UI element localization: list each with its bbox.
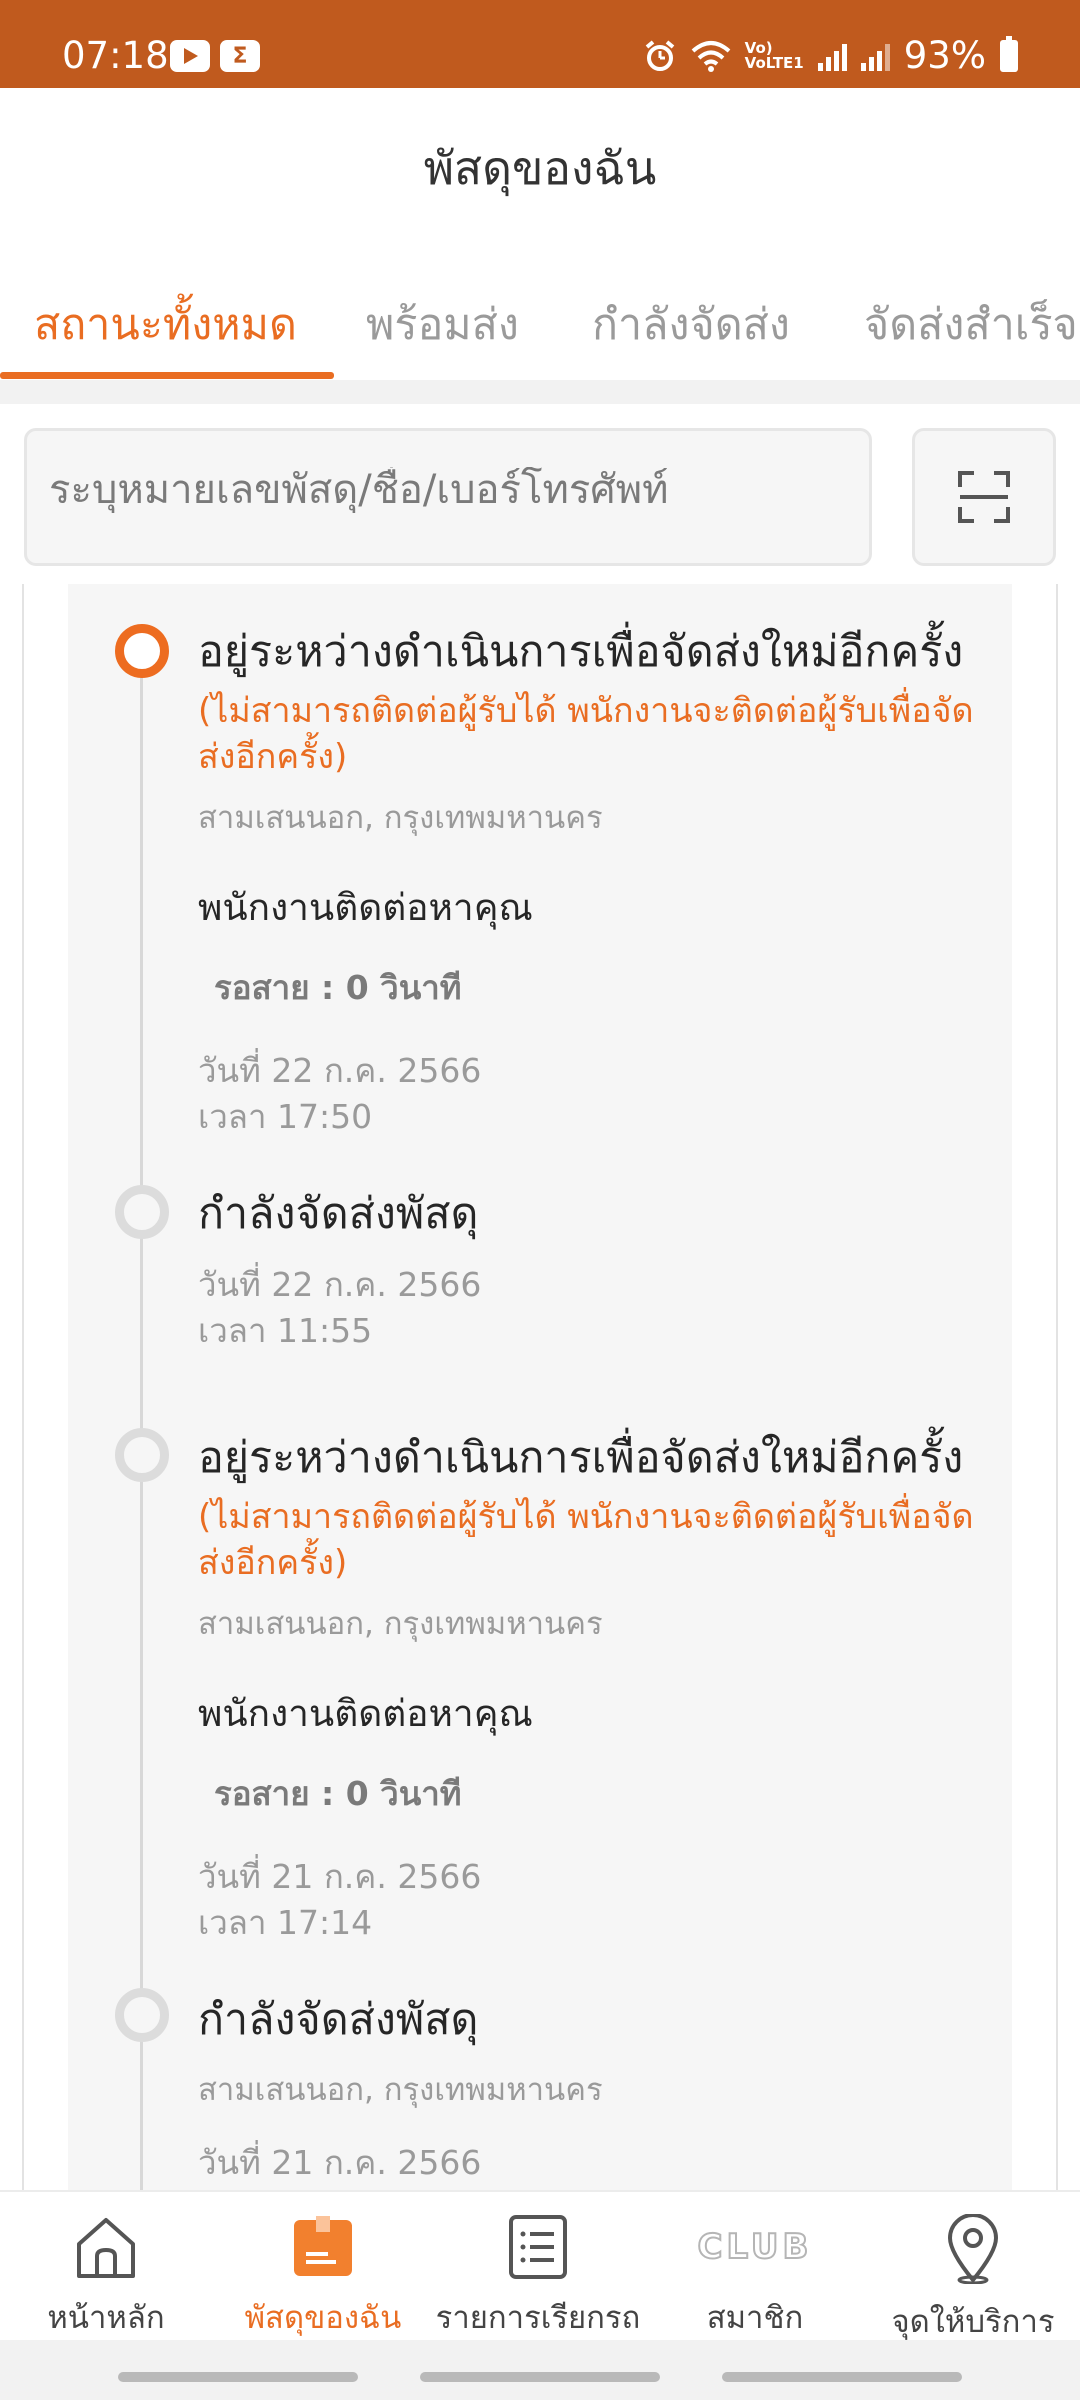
page-title: พัสดุของฉัน	[423, 140, 657, 195]
scan-button[interactable]	[912, 428, 1056, 566]
entry-time-line: เวลา 17:50	[198, 1097, 373, 1136]
nav-home[interactable]: หน้าหลัก	[28, 2192, 184, 2342]
entry-note: (ไม่สามารถติดต่อผู้รับได้ พนักงานจะติดต่…	[198, 1497, 974, 1583]
entry-contact: พนักงานติดต่อหาคุณ	[198, 886, 533, 929]
app-header: พัสดุของฉัน	[0, 88, 1080, 248]
timeline-line	[140, 650, 143, 2190]
nav-service-points[interactable]: จุดให้บริการ	[888, 2192, 1058, 2342]
parcel-icon	[288, 2214, 358, 2280]
entry-note: (ไม่สามารถติดต่อผู้รับได้ พนักงานจะติดต่…	[198, 691, 974, 777]
youtube-icon	[170, 40, 210, 72]
card-edge-left	[22, 584, 24, 2190]
timeline-dot-active	[115, 624, 169, 678]
entry-date-line: วันที่ 21 ก.ค. 2566	[198, 1857, 482, 1896]
timeline-entry: อยู่ระหว่างดำเนินการเพื่อจัดส่งใหม่อีกคร…	[198, 624, 998, 1140]
entry-date-line: วันที่ 21 ก.ค. 2566	[198, 2143, 482, 2182]
entry-date-line: วันที่ 22 ก.ค. 2566	[198, 1265, 482, 1304]
gesture-handle[interactable]	[722, 2372, 962, 2382]
status-bar: 07:18 Σ Vo) VoLTE1 93%	[0, 0, 1080, 88]
entry-location: สามเสนนอก, กรุงเทพมหานคร	[198, 1606, 603, 1642]
nav-member[interactable]: CLUB สมาชิก	[670, 2192, 840, 2342]
entry-wait-time: รอสาย : 0 วินาที	[214, 968, 462, 1007]
nav-my-parcels[interactable]: พัสดุของฉัน	[230, 2192, 416, 2342]
gesture-handle[interactable]	[118, 2372, 358, 2382]
wifi-icon	[691, 40, 730, 72]
gesture-bar	[0, 2340, 1080, 2400]
divider	[0, 380, 1080, 404]
tab-shipping[interactable]: กำลังจัดส่ง	[592, 290, 790, 358]
status-tabs: สถานะทั้งหมด พร้อมส่ง กำลังจัดส่ง จัดส่ง…	[0, 270, 1080, 380]
signal-icon-2	[860, 41, 890, 71]
entry-date-line: วันที่ 22 ก.ค. 2566	[198, 1051, 482, 1090]
tab-delivered[interactable]: จัดส่งสำเร็จ	[864, 290, 1078, 358]
battery-icon	[1000, 35, 1018, 72]
card-edge-right	[1056, 584, 1058, 2190]
entry-date: วันที่ 22 ก.ค. 2566 เวลา 17:50	[198, 1048, 998, 1140]
entry-location: สามเสนนอก, กรุงเทพมหานคร	[198, 800, 603, 836]
entry-wait-time: รอสาย : 0 วินาที	[214, 1774, 462, 1813]
entry-time-line: เวลา 17:14	[198, 1903, 373, 1942]
signal-icon	[817, 41, 847, 71]
status-time: 07:18	[62, 34, 169, 77]
nav-label: พัสดุของฉัน	[244, 2300, 402, 2336]
entry-location: สามเสนนอก, กรุงเทพมหานคร	[198, 2072, 603, 2108]
nav-label: หน้าหลัก	[47, 2300, 165, 2336]
volte-label: Vo) VoLTE1	[744, 38, 804, 72]
search-box	[24, 428, 872, 566]
entry-date: วันที่ 22 ก.ค. 2566 เวลา 11:55	[198, 1262, 998, 1354]
tab-all-status[interactable]: สถานะทั้งหมด	[34, 290, 297, 358]
timeline-dot	[115, 1185, 169, 1239]
search-input[interactable]	[49, 467, 849, 513]
entry-time-line: เวลา 11:55	[198, 1311, 373, 1350]
timeline-entry: กำลังจัดส่งพัสดุ สามเสนนอก, กรุงเทพมหานค…	[198, 1992, 998, 2186]
club-icon: CLUB	[685, 2214, 825, 2280]
timeline-entry: อยู่ระหว่างดำเนินการเพื่อจัดส่งใหม่อีกคร…	[198, 1430, 998, 1946]
club-icon-text: CLUB	[697, 2226, 813, 2268]
entry-date: วันที่ 21 ก.ค. 2566	[198, 2140, 998, 2186]
entry-title: กำลังจัดส่งพัสดุ	[198, 1189, 479, 1239]
timeline-dot	[115, 1988, 169, 2042]
alarm-icon	[645, 39, 674, 71]
active-tab-indicator	[0, 372, 334, 379]
entry-title: อยู่ระหว่างดำเนินการเพื่อจัดส่งใหม่อีกคร…	[198, 627, 964, 677]
nav-label: รายการเรียกรถ	[435, 2300, 641, 2336]
bottom-nav: หน้าหลัก พัสดุของฉัน รายการเรียกรถ CLUB …	[0, 2190, 1080, 2340]
entry-contact: พนักงานติดต่อหาคุณ	[198, 1692, 533, 1735]
entry-title: อยู่ระหว่างดำเนินการเพื่อจัดส่งใหม่อีกคร…	[198, 1433, 964, 1483]
nav-label: จุดให้บริการ	[891, 2304, 1055, 2340]
status-indicators: Vo) VoLTE1 93%	[643, 34, 1018, 77]
entry-date: วันที่ 21 ก.ค. 2566 เวลา 17:14	[198, 1854, 998, 1946]
timeline-entry: กำลังจัดส่งพัสดุ วันที่ 22 ก.ค. 2566 เวล…	[198, 1186, 998, 1354]
timeline-dot	[115, 1428, 169, 1482]
tab-ready-to-ship[interactable]: พร้อมส่ง	[366, 290, 519, 358]
status-app-icons: Σ	[170, 40, 260, 72]
entry-title: กำลังจัดส่งพัสดุ	[198, 1995, 479, 2045]
nav-label: สมาชิก	[706, 2300, 804, 2336]
home-icon	[71, 2214, 141, 2280]
location-pin-icon	[938, 2214, 1008, 2284]
gesture-handle[interactable]	[420, 2372, 660, 2382]
search-row	[0, 404, 1080, 584]
nav-pickup-list[interactable]: รายการเรียกรถ	[435, 2192, 641, 2342]
sigma-icon: Σ	[220, 40, 260, 72]
battery-percent: 93%	[903, 34, 986, 77]
list-icon	[503, 2214, 573, 2280]
scan-icon	[958, 471, 1010, 523]
